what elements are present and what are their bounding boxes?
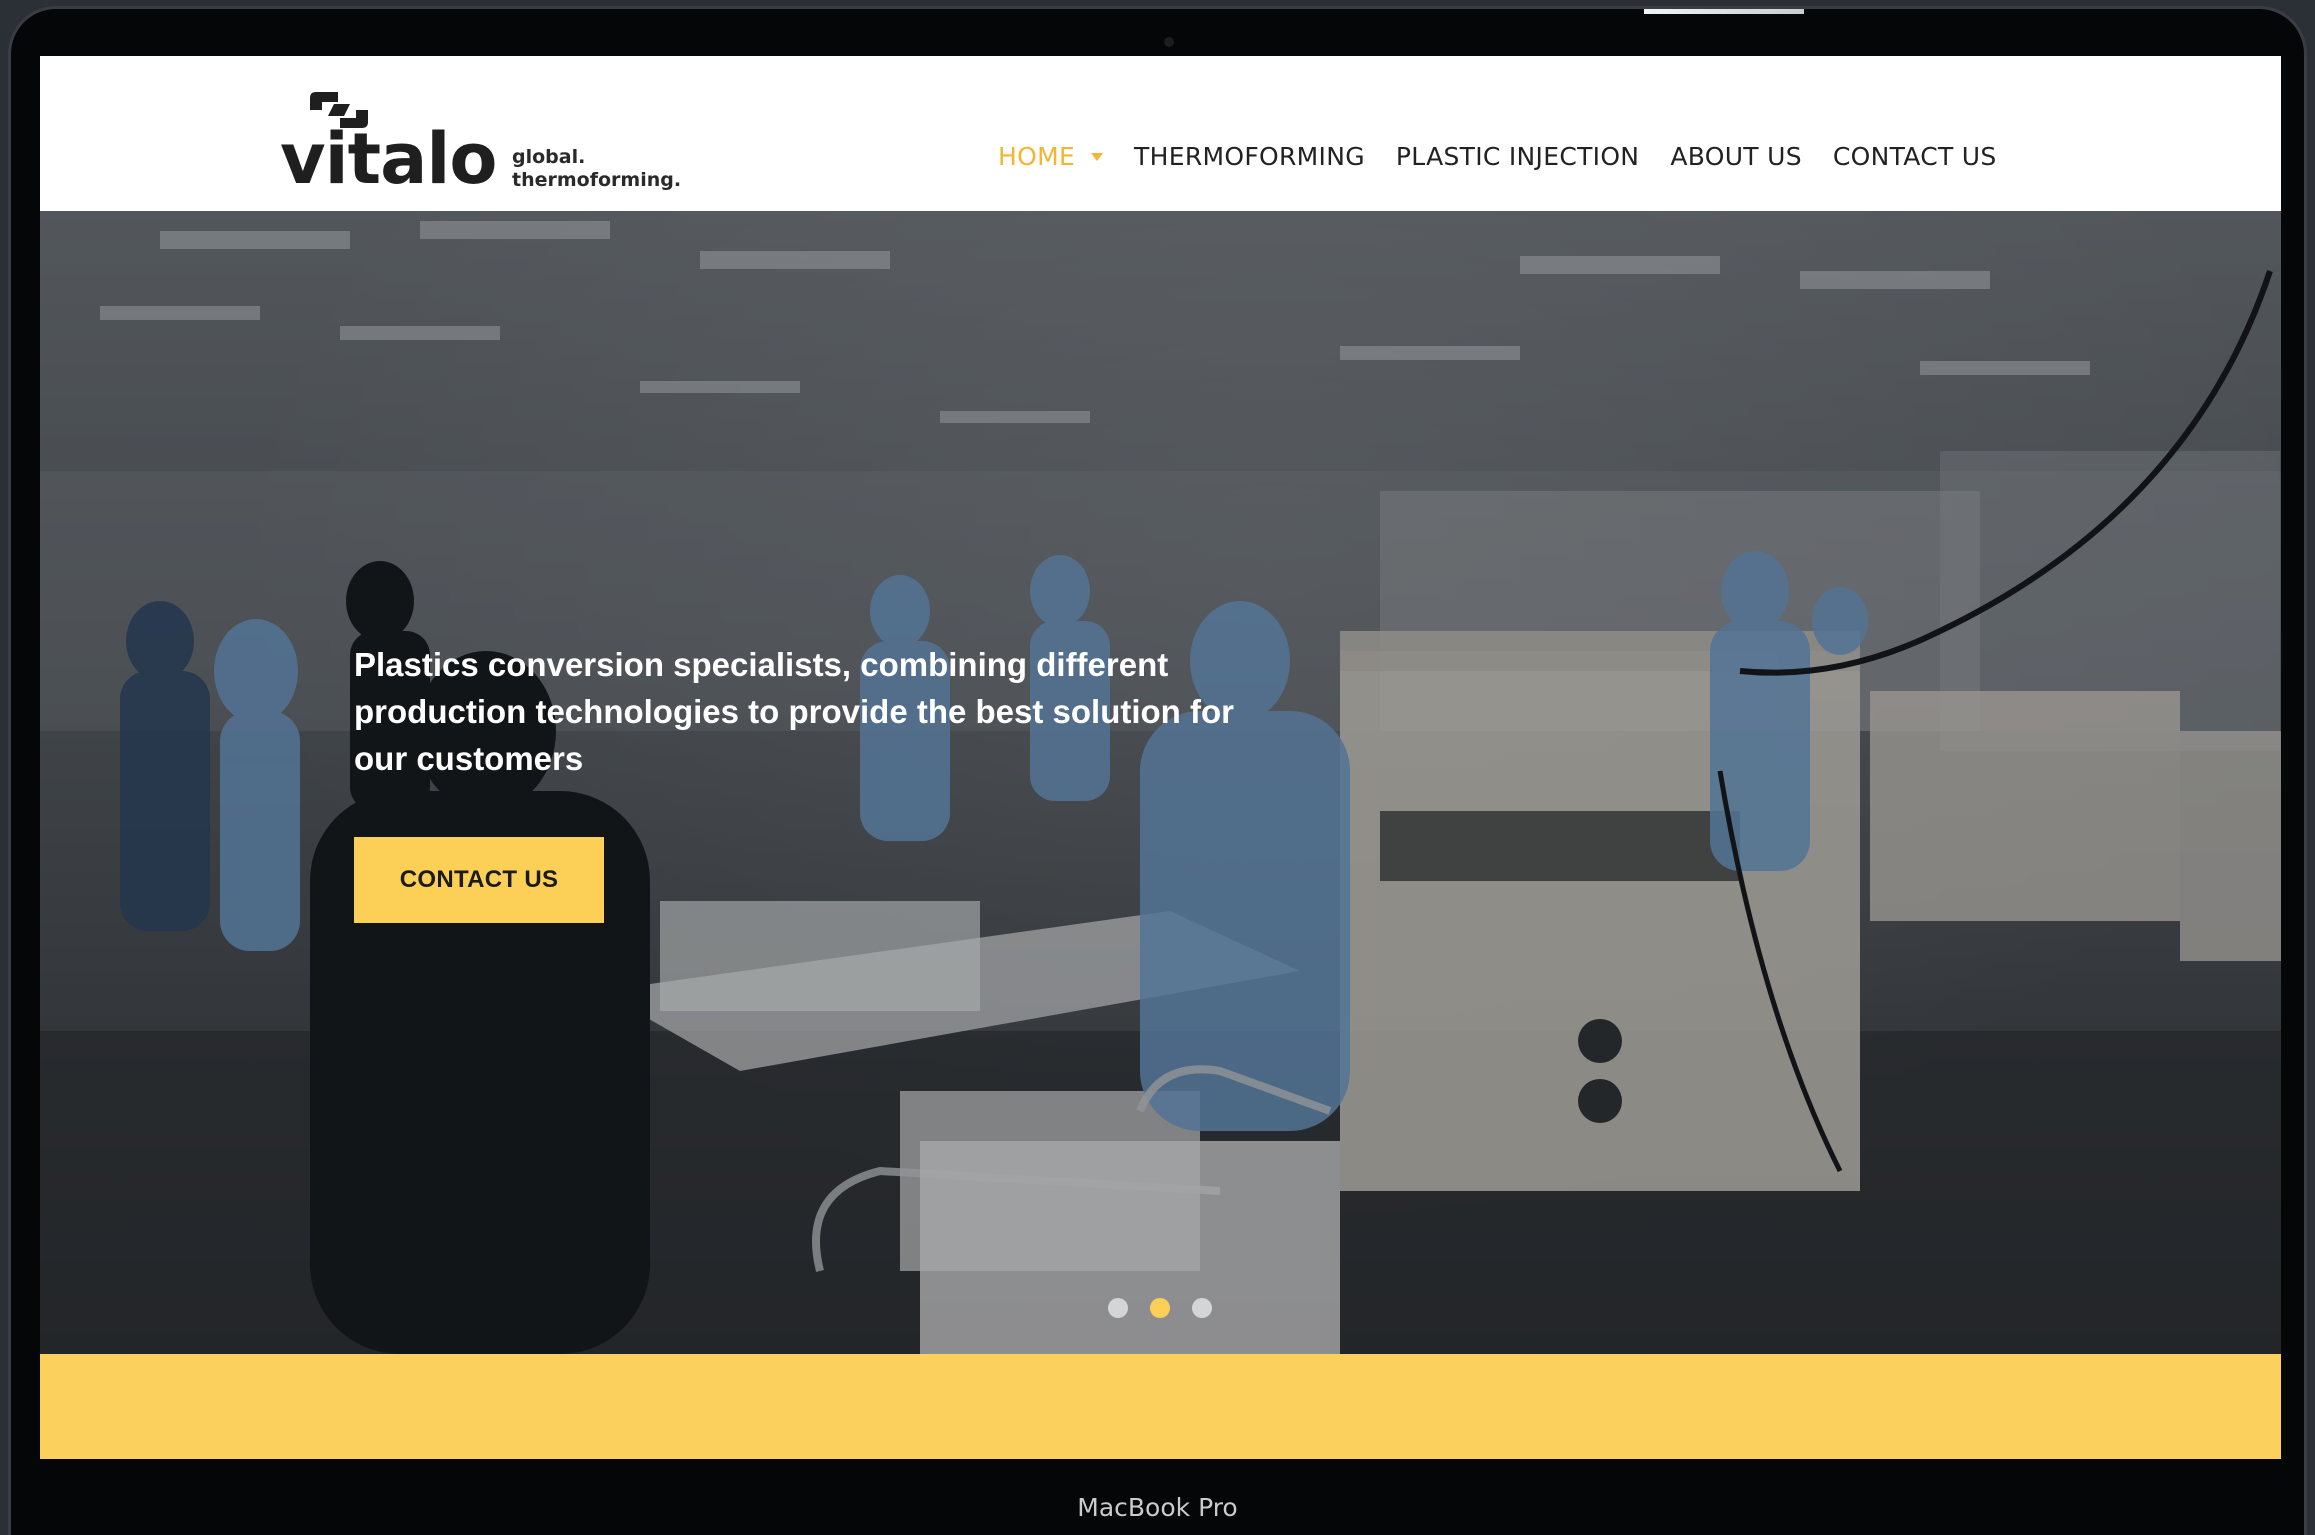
logo-tagline: global. thermoforming.	[512, 146, 681, 192]
frame-glint	[1644, 9, 1804, 14]
caret-down-icon	[1091, 153, 1104, 161]
slider-dot-2[interactable]	[1150, 1298, 1170, 1318]
laptop-frame: vitalo global. thermoforming. HOME THERM…	[8, 6, 2307, 1535]
nav-item-label: THERMOFORMING	[1134, 141, 1365, 171]
hero-overlay	[40, 211, 2281, 1354]
accent-band	[40, 1354, 2281, 1459]
camera-icon	[1164, 37, 1174, 47]
nav-item-plastic-injection[interactable]: PLASTIC INJECTION	[1396, 142, 1639, 171]
browser-screen: vitalo global. thermoforming. HOME THERM…	[40, 56, 2281, 1459]
nav-item-label: HOME	[998, 141, 1076, 171]
site-header: vitalo global. thermoforming. HOME THERM…	[40, 56, 2281, 211]
hero-slider: Plastics conversion specialists, combini…	[40, 211, 2281, 1354]
logo-wordmark: vitalo	[280, 118, 497, 200]
nav-item-contact-us[interactable]: CONTACT US	[1833, 142, 1997, 171]
site-logo[interactable]: vitalo global. thermoforming.	[280, 84, 690, 194]
slider-dot-1[interactable]	[1108, 1298, 1128, 1318]
tagline-line-2: thermoforming.	[512, 169, 682, 191]
device-label: MacBook Pro	[1077, 1493, 1238, 1522]
slider-dot-3[interactable]	[1192, 1298, 1212, 1318]
nav-item-home[interactable]: HOME	[998, 141, 1104, 171]
nav-item-label: PLASTIC INJECTION	[1395, 141, 1640, 171]
nav-item-about-us[interactable]: ABOUT US	[1670, 142, 1802, 171]
slider-dots	[1108, 1298, 1212, 1318]
tagline-line-1: global.	[512, 146, 586, 168]
nav-item-label: CONTACT US	[1832, 141, 1997, 171]
hero-headline: Plastics conversion specialists, combini…	[354, 646, 1234, 777]
nav-item-label: ABOUT US	[1670, 141, 1802, 171]
main-nav: HOME THERMOFORMING PLASTIC INJECTION ABO…	[998, 136, 2028, 176]
nav-item-thermoforming[interactable]: THERMOFORMING	[1134, 142, 1365, 171]
contact-us-button[interactable]: CONTACT US	[354, 837, 604, 923]
